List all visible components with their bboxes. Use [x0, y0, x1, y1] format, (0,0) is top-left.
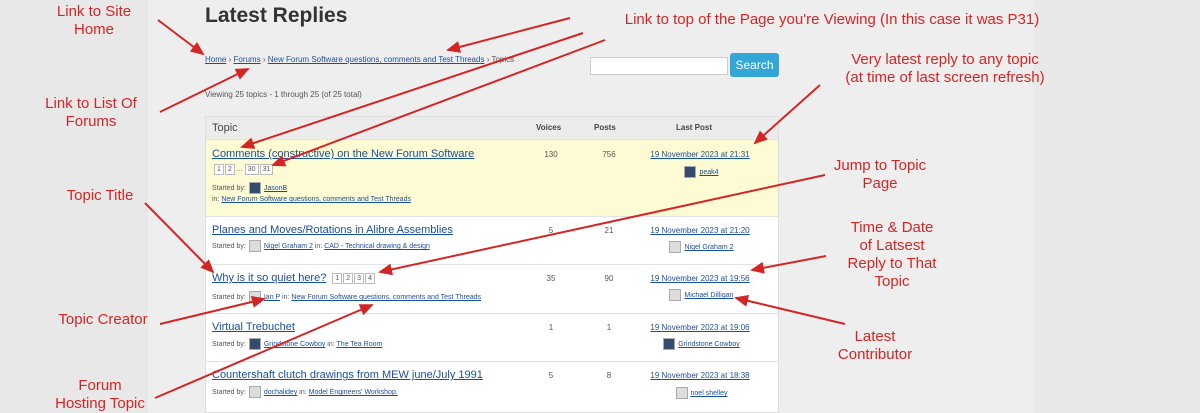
annotation-arrows — [144, 17, 846, 399]
arrow-to-forums-link — [159, 68, 250, 113]
arrow-to-current-page — [446, 17, 571, 53]
arrow-to-last-date — [750, 255, 827, 274]
arrow-to-home-link — [157, 19, 205, 56]
arrow-to-page-jump — [378, 174, 826, 276]
arrow-to-topic-title — [144, 202, 215, 274]
arrow-to-latest-contributor — [734, 294, 846, 325]
arrow-to-topic-creator — [159, 295, 266, 325]
arrow-to-page-31 — [271, 39, 606, 167]
arrow-to-forum-hosting — [154, 304, 374, 399]
arrow-to-topic-link — [240, 32, 584, 149]
arrow-to-latest-reply — [753, 84, 821, 145]
